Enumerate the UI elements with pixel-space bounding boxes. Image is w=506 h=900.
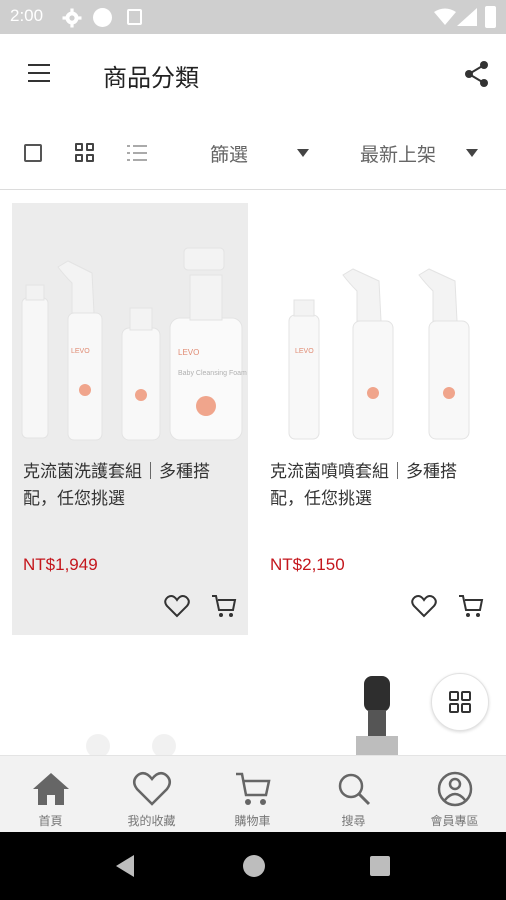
circle-icon: [93, 8, 112, 27]
grid-toggle-button[interactable]: [431, 673, 489, 731]
gear-icon: [62, 8, 82, 28]
nav-item-favorites[interactable]: 我的收藏: [101, 756, 202, 833]
bottle-brand-text: LEVO: [71, 348, 90, 355]
sort-dropdown[interactable]: 最新上架: [360, 140, 482, 166]
nav-item-search[interactable]: 搜尋: [303, 756, 404, 833]
nav-item-member[interactable]: 會員專區: [404, 756, 505, 833]
filter-dropdown[interactable]: 篩選: [210, 140, 312, 166]
nav-label: 會員專區: [430, 814, 479, 828]
share-icon[interactable]: [463, 60, 491, 88]
nav-item-home[interactable]: 首頁: [0, 756, 101, 833]
bottle-label-text: Baby Cleansing Foam: [178, 370, 247, 377]
product-title[interactable]: 克流菌噴噴套組｜多種搭配，任您挑選: [270, 459, 485, 513]
caret-down-icon: [297, 149, 309, 157]
list-view-icon[interactable]: [127, 144, 147, 162]
cart-icon: [236, 772, 271, 805]
sort-label: 最新上架: [360, 144, 437, 166]
grid-view-icon[interactable]: [75, 143, 95, 163]
product-title[interactable]: 克流菌洗護套組｜多種搭配，任您挑選: [23, 459, 238, 513]
home-icon: [33, 773, 69, 805]
app-bar: 商品分類: [0, 34, 506, 114]
nav-label: 首頁: [38, 814, 63, 828]
filter-label: 篩選: [210, 144, 249, 166]
recent-apps-icon[interactable]: [370, 856, 390, 876]
caret-down-icon: [466, 149, 478, 157]
nav-label: 購物車: [234, 814, 271, 828]
nav-label: 搜尋: [341, 814, 366, 828]
status-time: 2:00: [10, 6, 44, 25]
home-button-icon[interactable]: [243, 855, 265, 877]
a-notification-icon: [127, 9, 142, 25]
back-icon[interactable]: [116, 855, 134, 877]
single-view-icon[interactable]: [24, 144, 42, 162]
app-root: 2:00 商品分類 篩選 最新上架 LEVO Baby Cleansing Fo…: [0, 0, 506, 900]
product-price: NT$1,949: [23, 555, 98, 574]
user-icon: [437, 771, 473, 807]
bottom-navigation: 首頁 我的收藏 購物車 搜尋 會員專區: [0, 755, 506, 832]
product-image[interactable]: LEVO Baby Cleansing Foam LEVO: [12, 203, 248, 448]
page-title: 商品分類: [103, 64, 199, 92]
product-card[interactable]: LEVO 克流菌噴噴套組｜多種搭配，任您挑選 NT$2,150: [259, 203, 495, 635]
grid-icon: [449, 691, 471, 713]
nav-item-cart[interactable]: 購物車: [202, 756, 303, 833]
bottle-brand-text: LEVO: [178, 348, 199, 357]
wifi-icon: [434, 8, 456, 25]
product-price: NT$2,150: [270, 555, 345, 574]
product-card[interactable]: LEVO Baby Cleansing Foam LEVO 克流菌洗護套組｜多種…: [12, 203, 248, 635]
cart-icon[interactable]: [211, 594, 237, 618]
bottle-brand-text-2: LEVO: [295, 348, 314, 355]
search-icon: [338, 773, 371, 806]
system-navigation-bar: [0, 832, 506, 900]
hamburger-icon[interactable]: [28, 64, 52, 84]
status-bar: 2:00: [0, 0, 506, 34]
product-image[interactable]: LEVO: [259, 203, 495, 448]
heart-icon: [133, 771, 171, 806]
filter-bar: 篩選 最新上架: [0, 114, 506, 190]
heart-icon[interactable]: [164, 594, 190, 618]
nav-label: 我的收藏: [127, 814, 176, 828]
signal-icon: [457, 8, 477, 26]
cart-icon[interactable]: [458, 594, 484, 618]
heart-icon[interactable]: [411, 594, 437, 618]
battery-icon: [485, 6, 496, 28]
